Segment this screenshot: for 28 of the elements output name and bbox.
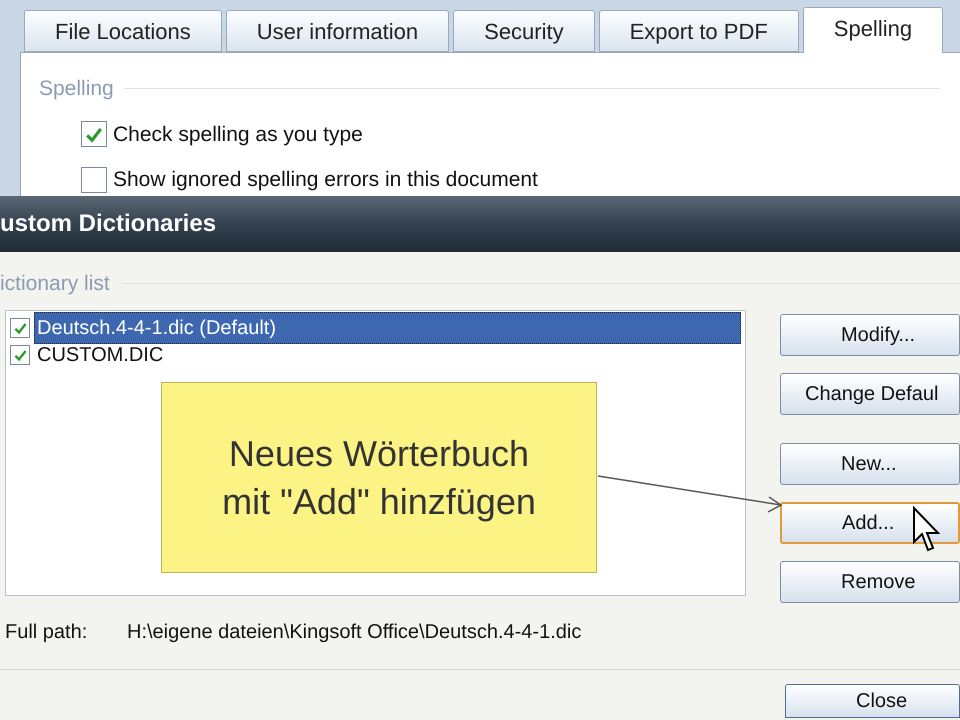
tab[interactable]: File Locations — [24, 10, 222, 52]
group-label: ictionary list — [0, 271, 110, 297]
dialog-button[interactable]: Remove — [780, 560, 960, 602]
close-button[interactable]: Close — [785, 684, 960, 718]
field-label: Full path: — [5, 620, 88, 644]
tab[interactable]: Spelling — [802, 7, 944, 53]
checkbox[interactable] — [81, 166, 107, 193]
option-label: Show ignored spelling errors in this document — [113, 167, 538, 193]
cursor-icon — [912, 506, 940, 552]
check-icon — [12, 348, 28, 362]
checkbox[interactable] — [10, 345, 30, 365]
option-label: Check spelling as you type — [113, 122, 363, 148]
dialog-button[interactable]: Modify... — [780, 314, 960, 356]
tab[interactable]: User information — [226, 10, 450, 52]
callout-text: mit "Add" hinzfügen — [222, 480, 536, 524]
tab[interactable]: Export to PDF — [598, 10, 799, 52]
full-path-text: H:\eigene dateien\Kingsoft Office\Deutsch.4-4-1.dic — [127, 620, 582, 644]
check-icon — [12, 320, 28, 336]
list-item[interactable]: Deutsch.4-4-1.dic (Default) — [34, 312, 741, 344]
callout-text: Neues Wörterbuch — [228, 432, 530, 476]
window-title: ustom Dictionaries — [0, 209, 216, 239]
checkbox[interactable] — [10, 318, 30, 338]
dialog-button[interactable]: Change Defaul — [780, 372, 960, 414]
group-label: Spelling — [39, 76, 114, 102]
tab[interactable]: Security — [453, 10, 595, 52]
dialog-button[interactable]: New... — [780, 442, 960, 484]
dialog-button[interactable]: Add... — [780, 502, 960, 544]
checkbox[interactable] — [81, 121, 107, 148]
